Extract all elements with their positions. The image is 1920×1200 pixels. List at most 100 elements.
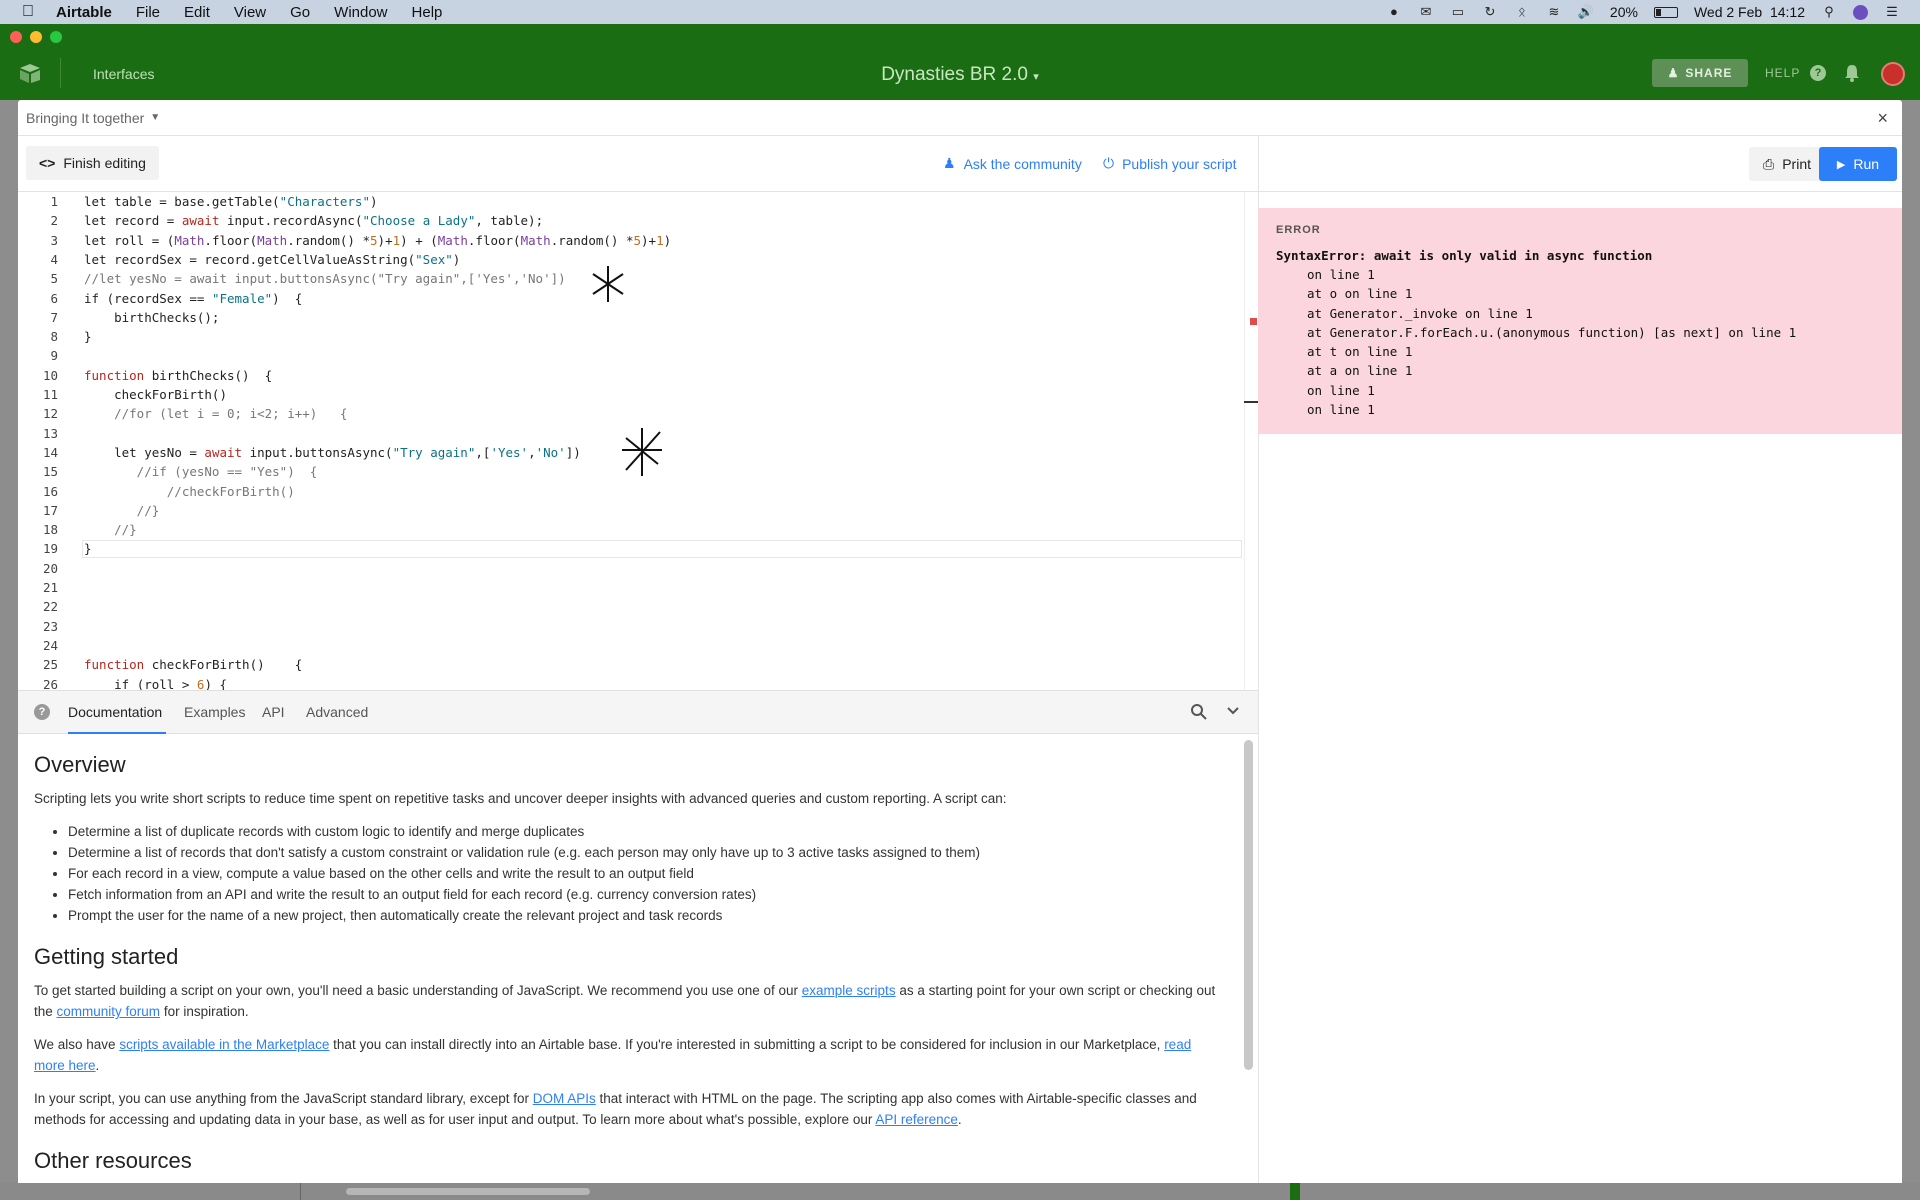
stack-trace-line: at Generator.F.forEach.u.(anonymous func… bbox=[1307, 325, 1797, 340]
menu-view[interactable]: View bbox=[234, 4, 266, 21]
code-line[interactable]: let roll = (Math.floor(Math.random() *5)… bbox=[84, 233, 671, 248]
code-line[interactable]: //if (yesNo == "Yes") { bbox=[84, 464, 318, 479]
window-minimize-button[interactable] bbox=[30, 31, 42, 43]
error-message: SyntaxError: await is only valid in asyn… bbox=[1276, 248, 1653, 263]
line-number: 16 bbox=[42, 483, 58, 499]
bell-icon[interactable] bbox=[1844, 64, 1860, 82]
code-line[interactable]: if (roll > 6) { bbox=[84, 677, 227, 691]
tab-documentation[interactable]: Documentation bbox=[68, 704, 162, 720]
docs-scrollbar[interactable] bbox=[1244, 740, 1253, 1070]
code-line[interactable]: function birthChecks() { bbox=[84, 368, 272, 383]
search-icon[interactable] bbox=[1190, 703, 1208, 721]
window-zoom-button[interactable] bbox=[50, 31, 62, 43]
chevron-down-icon[interactable]: ▼ bbox=[150, 112, 160, 123]
error-marker[interactable] bbox=[1250, 318, 1257, 325]
code-line[interactable]: checkForBirth() bbox=[84, 387, 227, 402]
window-close-button[interactable] bbox=[10, 31, 22, 43]
current-line-highlight bbox=[82, 540, 1242, 558]
code-line[interactable]: birthChecks(); bbox=[84, 310, 219, 325]
base-name[interactable]: Dynasties BR 2.0 ▾ bbox=[0, 64, 1920, 86]
airplay-icon[interactable]: ▭ bbox=[1450, 5, 1466, 19]
battery-icon[interactable] bbox=[1653, 6, 1678, 18]
base-name-label[interactable]: Dynasties BR 2.0 bbox=[881, 64, 1028, 85]
help-question-icon[interactable]: ? bbox=[1810, 65, 1826, 81]
close-icon[interactable]: × bbox=[1877, 108, 1888, 129]
finish-editing-label: Finish editing bbox=[63, 155, 146, 171]
line-number: 13 bbox=[42, 425, 58, 441]
print-button[interactable]: ⎙ Print bbox=[1749, 147, 1825, 181]
menu-window[interactable]: Window bbox=[334, 4, 387, 21]
list-item: Determine a list of duplicate records wi… bbox=[68, 821, 1240, 842]
code-line[interactable]: } bbox=[84, 541, 92, 556]
api-reference-link[interactable]: API reference bbox=[875, 1112, 958, 1127]
battery-percent: 20% bbox=[1609, 4, 1638, 20]
code-line[interactable]: let table = base.getTable("Characters") bbox=[84, 194, 378, 209]
finish-editing-button[interactable]: <> Finish editing bbox=[26, 146, 159, 180]
print-label: Print bbox=[1782, 156, 1811, 172]
chevron-down-icon[interactable]: ▾ bbox=[1033, 71, 1039, 83]
code-line[interactable]: //for (let i = 0; i<2; i++) { bbox=[84, 406, 347, 421]
tab-advanced[interactable]: Advanced bbox=[306, 704, 368, 720]
script-title[interactable]: Bringing It together bbox=[26, 110, 144, 126]
marketplace-scripts-link[interactable]: scripts available in the Marketplace bbox=[119, 1037, 329, 1052]
line-number: 10 bbox=[42, 367, 58, 383]
menubar-app-name[interactable]: Airtable bbox=[56, 4, 112, 21]
menu-file[interactable]: File bbox=[136, 4, 160, 21]
code-line[interactable]: //checkForBirth() bbox=[84, 484, 295, 499]
line-number: 1 bbox=[50, 194, 58, 209]
help-question-icon[interactable]: ? bbox=[34, 704, 50, 720]
getting-started-paragraph: To get started building a script on your… bbox=[34, 980, 1224, 1022]
dom-apis-link[interactable]: DOM APIs bbox=[533, 1091, 596, 1106]
horizontal-scrollbar[interactable] bbox=[346, 1188, 590, 1195]
code-line[interactable]: //let yesNo = await input.buttonsAsync("… bbox=[84, 271, 566, 286]
share-button[interactable]: ♟ SHARE bbox=[1652, 59, 1748, 87]
code-line[interactable]: //} bbox=[84, 522, 137, 537]
code-line[interactable]: let record = await input.recordAsync("Ch… bbox=[84, 213, 543, 228]
control-center-icon[interactable]: ☰ bbox=[1884, 5, 1900, 19]
example-scripts-link[interactable]: example scripts bbox=[802, 983, 896, 998]
menu-help[interactable]: Help bbox=[412, 4, 443, 21]
wifi-icon[interactable]: ≋ bbox=[1546, 5, 1562, 19]
volume-icon[interactable]: 🔊 bbox=[1578, 5, 1594, 19]
code-line[interactable]: if (recordSex == "Female") { bbox=[84, 291, 302, 306]
time-machine-icon[interactable]: ↻ bbox=[1482, 5, 1498, 19]
apple-icon[interactable]:  bbox=[22, 3, 34, 21]
run-button[interactable]: ▶ Run bbox=[1819, 147, 1897, 181]
list-item: Prompt the user for the name of a new pr… bbox=[68, 905, 1240, 926]
bluetooth-icon[interactable]: ᛟ bbox=[1514, 5, 1530, 19]
macos-menubar:  Airtable File Edit View Go Window Help… bbox=[0, 0, 1920, 24]
chevron-down-icon[interactable] bbox=[1226, 702, 1240, 720]
ask-community-label: Ask the community bbox=[963, 155, 1082, 172]
list-item: For each record in a view, compute a val… bbox=[68, 863, 1240, 884]
menu-go[interactable]: Go bbox=[290, 4, 310, 21]
publish-script-link[interactable]: ⏻ Publish your script bbox=[1103, 155, 1236, 172]
menu-edit[interactable]: Edit bbox=[184, 4, 210, 21]
menubar-clock[interactable]: Wed 2 Feb 14:12 bbox=[1694, 4, 1805, 20]
code-line[interactable]: function checkForBirth() { bbox=[84, 657, 302, 672]
code-line[interactable]: } bbox=[84, 329, 92, 344]
code-editor[interactable]: 1 let table = base.getTable("Characters")… bbox=[18, 192, 1258, 690]
mail-icon[interactable]: ✉ bbox=[1418, 5, 1434, 19]
share-label: SHARE bbox=[1685, 66, 1733, 80]
overview-text: Scripting lets you write short scripts t… bbox=[34, 791, 1007, 806]
siri-icon[interactable] bbox=[1853, 4, 1868, 20]
community-forum-link[interactable]: community forum bbox=[57, 1004, 161, 1019]
code-line[interactable]: //} bbox=[84, 503, 160, 518]
paragraph-text: for inspiration. bbox=[160, 1004, 249, 1019]
overview-ruler[interactable] bbox=[1244, 192, 1245, 690]
stdlib-paragraph: In your script, you can use anything fro… bbox=[34, 1088, 1224, 1130]
tab-api[interactable]: API bbox=[262, 704, 285, 720]
tab-examples[interactable]: Examples bbox=[184, 704, 245, 720]
scroll-position-marker[interactable] bbox=[1244, 401, 1258, 403]
avatar[interactable] bbox=[1881, 62, 1905, 86]
spotlight-search-icon[interactable]: ⚲ bbox=[1821, 5, 1837, 19]
stack-trace-line: on line 1 bbox=[1307, 267, 1375, 282]
messenger-icon[interactable]: ● bbox=[1386, 5, 1402, 19]
paragraph-text: . bbox=[95, 1058, 100, 1073]
code-line[interactable]: let yesNo = await input.buttonsAsync("Tr… bbox=[84, 445, 581, 460]
ask-community-link[interactable]: ♟ Ask the community bbox=[943, 155, 1082, 172]
code-line[interactable]: let recordSex = record.getCellValueAsStr… bbox=[84, 252, 460, 267]
help-link[interactable]: HELP bbox=[1765, 66, 1800, 80]
getting-started-heading: Getting started bbox=[34, 944, 179, 969]
modal-header: Bringing It together ▼ × bbox=[18, 100, 1902, 136]
